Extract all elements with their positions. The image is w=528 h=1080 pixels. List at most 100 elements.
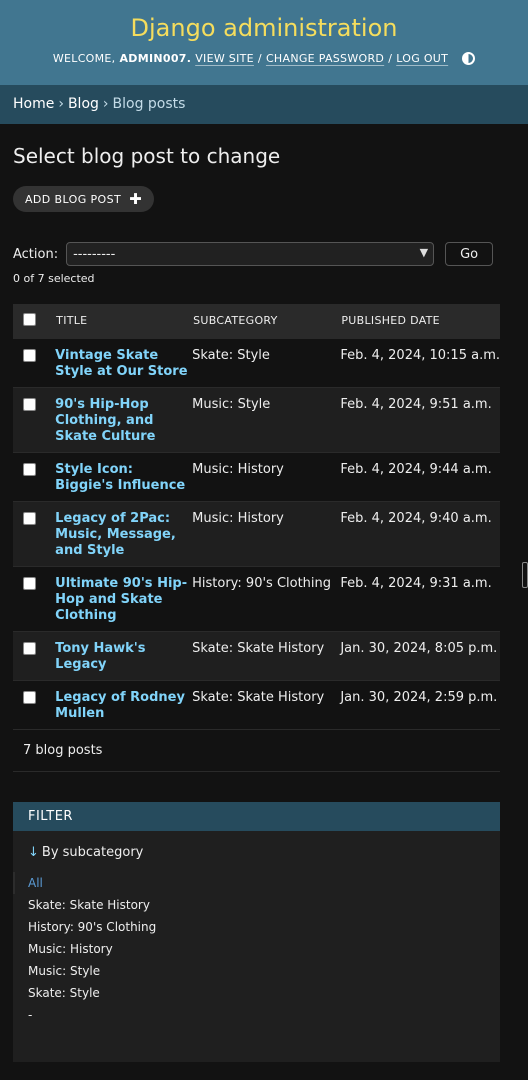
row-subcategory: Skate: Skate History bbox=[192, 630, 341, 680]
row-checkbox[interactable] bbox=[23, 348, 36, 362]
sidebar-resize-handle[interactable] bbox=[522, 562, 528, 588]
row-checkbox[interactable] bbox=[23, 462, 36, 476]
breadcrumb: Home › Blog › Blog posts bbox=[0, 85, 528, 124]
view-site-link[interactable]: VIEW SITE bbox=[195, 52, 254, 65]
row-checkbox[interactable] bbox=[23, 397, 36, 411]
row-checkbox-cell bbox=[13, 565, 56, 631]
post-title-link[interactable]: Legacy of Rodney Mullen bbox=[55, 690, 185, 721]
plus-icon: ✚ bbox=[129, 190, 143, 208]
row-title-cell: 90's Hip-Hop Clothing, and Skate Culture bbox=[55, 386, 193, 452]
row-checkbox-cell bbox=[13, 451, 56, 501]
breadcrumb-separator: › bbox=[102, 96, 109, 112]
filter-group-label: By subcategory bbox=[41, 844, 144, 860]
post-title-link[interactable]: Tony Hawk's Legacy bbox=[55, 641, 145, 672]
select-all-header bbox=[13, 304, 56, 338]
post-title-link[interactable]: Style Icon: Biggie's Influence bbox=[55, 462, 185, 493]
header: Django administration WELCOME, ADMIN007.… bbox=[0, 0, 528, 85]
filter-option: Music: Style bbox=[13, 960, 500, 982]
add-blog-post-button[interactable]: ADD BLOG POST ✚ bbox=[13, 186, 155, 212]
table-row: Ultimate 90's Hip-Hop and Skate Clothing… bbox=[13, 565, 500, 631]
filter-option-link[interactable]: Music: Style bbox=[28, 964, 100, 978]
filter-option-link[interactable]: All bbox=[28, 876, 43, 890]
breadcrumb-separator: › bbox=[58, 96, 64, 112]
column-title-header[interactable]: TITLE bbox=[55, 304, 193, 338]
filter-option-link[interactable]: Music: History bbox=[28, 942, 113, 956]
breadcrumb-home[interactable]: Home bbox=[13, 96, 54, 112]
filter-group-title[interactable]: ↓ By subcategory bbox=[28, 845, 500, 860]
table-row: Style Icon: Biggie's Influence Music: Hi… bbox=[13, 451, 500, 501]
row-title-cell: Legacy of Rodney Mullen bbox=[55, 679, 193, 729]
theme-toggle-icon[interactable] bbox=[462, 52, 476, 65]
post-title-link[interactable]: Vintage Skate Style at Our Store bbox=[55, 348, 187, 379]
change-password-link[interactable]: CHANGE PASSWORD bbox=[266, 52, 384, 65]
table-row: Tony Hawk's Legacy Skate: Skate History … bbox=[13, 630, 500, 680]
row-checkbox-cell bbox=[13, 630, 56, 680]
table-row: Vintage Skate Style at Our Store Skate: … bbox=[13, 337, 500, 387]
add-button-label: ADD BLOG POST bbox=[25, 192, 122, 206]
page-title: Select blog post to change bbox=[13, 144, 281, 168]
post-title-link[interactable]: 90's Hip-Hop Clothing, and Skate Culture bbox=[55, 397, 155, 444]
filter-option-all: All bbox=[13, 871, 500, 894]
row-checkbox-cell bbox=[13, 500, 56, 566]
breadcrumb-current: Blog posts bbox=[112, 96, 186, 112]
row-subcategory: Music: History bbox=[192, 451, 341, 501]
table-row: 90's Hip-Hop Clothing, and Skate Culture… bbox=[13, 386, 500, 452]
row-subcategory: Music: Style bbox=[192, 386, 341, 452]
welcome-text: WELCOME, bbox=[52, 52, 116, 65]
row-checkbox-cell bbox=[13, 679, 56, 729]
row-checkbox[interactable] bbox=[23, 641, 36, 655]
filter-option-link[interactable]: - bbox=[28, 1008, 32, 1022]
row-subcategory: Skate: Style bbox=[192, 337, 341, 387]
column-published-header[interactable]: PUBLISHED DATE bbox=[340, 304, 500, 338]
separator: / bbox=[257, 52, 262, 65]
row-published-date: Feb. 4, 2024, 9:31 a.m. bbox=[340, 565, 500, 631]
row-title-cell: Style Icon: Biggie's Influence bbox=[55, 451, 193, 501]
row-checkbox-cell bbox=[13, 337, 56, 387]
site-title[interactable]: Django administration bbox=[0, 12, 528, 44]
row-checkbox[interactable] bbox=[23, 576, 36, 590]
row-title-cell: Vintage Skate Style at Our Store bbox=[55, 337, 193, 387]
filter-option: History: 90's Clothing bbox=[13, 916, 500, 938]
column-subcategory-header[interactable]: SUBCATEGORY bbox=[192, 304, 341, 338]
row-published-date: Feb. 4, 2024, 9:51 a.m. bbox=[340, 386, 500, 452]
post-title-link[interactable]: Legacy of 2Pac: Music, Message, and Styl… bbox=[55, 511, 176, 558]
row-checkbox-cell bbox=[13, 386, 56, 452]
filter-option: Skate: Skate History bbox=[13, 894, 500, 916]
row-title-cell: Ultimate 90's Hip-Hop and Skate Clothing bbox=[55, 565, 193, 631]
down-arrow-icon: ↓ bbox=[28, 844, 39, 860]
row-title-cell: Legacy of 2Pac: Music, Message, and Styl… bbox=[55, 500, 193, 566]
filter-option: Music: History bbox=[13, 938, 500, 960]
table-header-row: TITLE SUBCATEGORY PUBLISHED DATE bbox=[13, 304, 500, 338]
row-title-cell: Tony Hawk's Legacy bbox=[55, 630, 193, 680]
paginator: 7 blog posts bbox=[13, 728, 500, 772]
action-label: Action: bbox=[13, 246, 59, 262]
filter-option-link[interactable]: Skate: Style bbox=[28, 986, 100, 1000]
content: Select blog post to change ADD BLOG POST… bbox=[0, 144, 528, 1062]
row-published-date: Feb. 4, 2024, 9:44 a.m. bbox=[340, 451, 500, 501]
row-subcategory: Music: History bbox=[192, 500, 341, 566]
filter-option-link[interactable]: History: 90's Clothing bbox=[28, 920, 156, 934]
row-checkbox[interactable] bbox=[23, 511, 36, 525]
log-out-link[interactable]: LOG OUT bbox=[396, 52, 448, 65]
row-checkbox[interactable] bbox=[23, 690, 36, 704]
row-published-date: Jan. 30, 2024, 2:59 p.m. bbox=[340, 679, 500, 729]
selected-count: 0 of 7 selected bbox=[13, 272, 95, 285]
breadcrumb-blog[interactable]: Blog bbox=[68, 96, 99, 112]
select-all-checkbox[interactable] bbox=[23, 313, 36, 327]
filter-option-link[interactable]: Skate: Skate History bbox=[28, 898, 150, 912]
separator: / bbox=[388, 52, 393, 65]
post-title-link[interactable]: Ultimate 90's Hip-Hop and Skate Clothing bbox=[55, 576, 187, 623]
actions-bar: Action: --------- ▼ Go bbox=[13, 242, 515, 266]
row-published-date: Feb. 4, 2024, 10:15 a.m. bbox=[340, 337, 500, 387]
filter-panel: FILTER ↓ By subcategory All Skate: Skate … bbox=[13, 801, 500, 1062]
go-button[interactable]: Go bbox=[445, 242, 494, 266]
row-published-date: Feb. 4, 2024, 9:40 a.m. bbox=[340, 500, 500, 566]
result-list: TITLE SUBCATEGORY PUBLISHED DATE Vintage… bbox=[13, 304, 500, 729]
action-select[interactable]: --------- bbox=[66, 242, 435, 266]
username: ADMIN007. bbox=[119, 52, 192, 65]
action-select-wrapper: --------- ▼ bbox=[58, 242, 435, 266]
filter-option: Skate: Style bbox=[13, 982, 500, 1004]
table-row: Legacy of 2Pac: Music, Message, and Styl… bbox=[13, 500, 500, 566]
row-published-date: Jan. 30, 2024, 8:05 p.m. bbox=[340, 630, 500, 680]
filter-heading: FILTER bbox=[13, 801, 500, 831]
